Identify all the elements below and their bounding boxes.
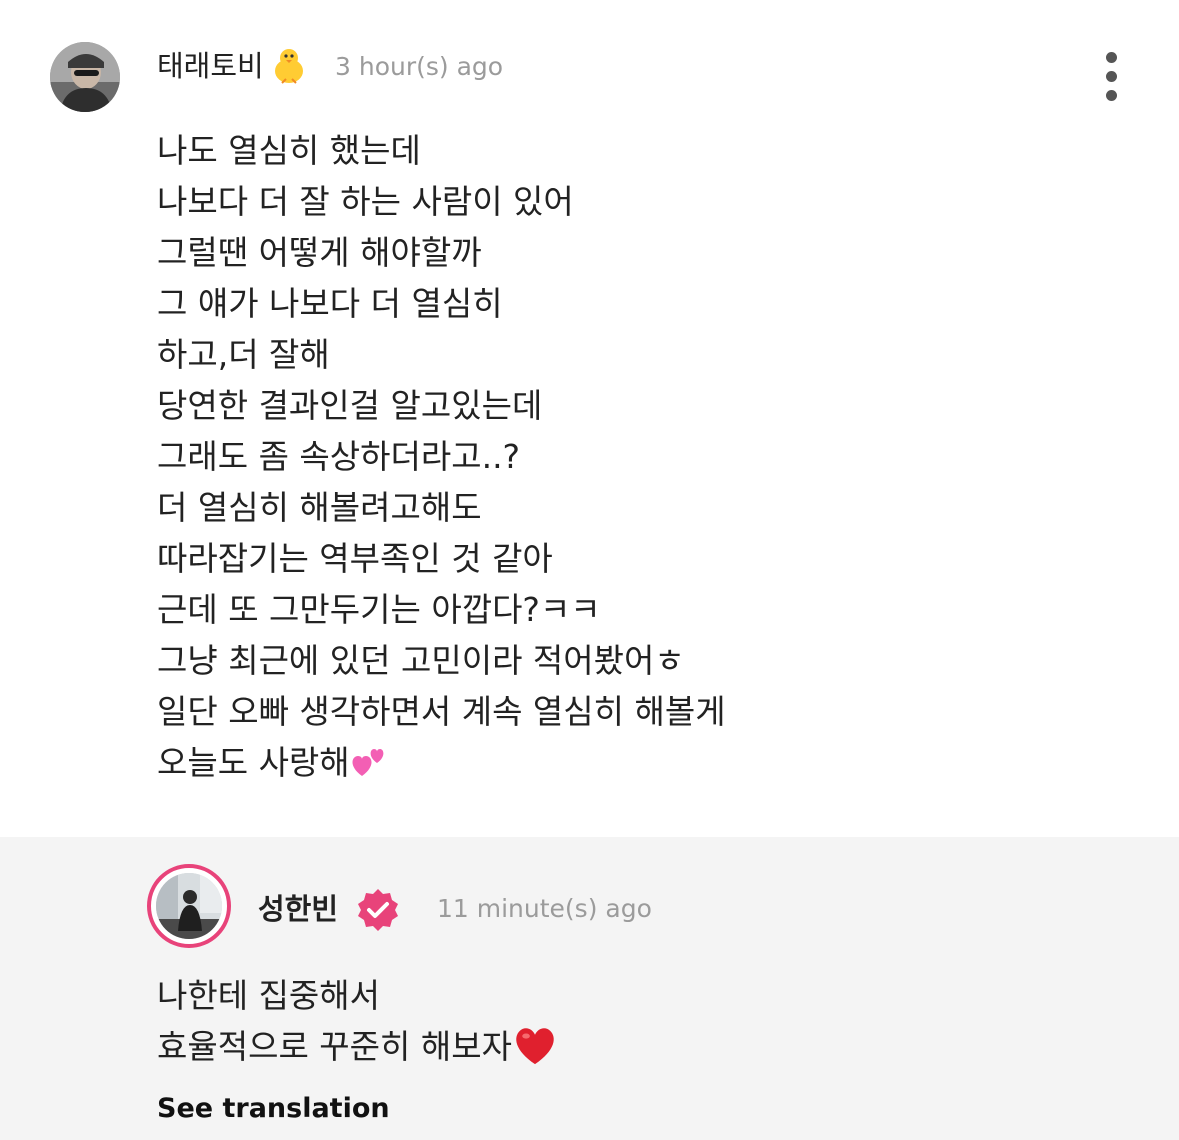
more-vertical-dot: [1106, 71, 1117, 82]
reply-line: 나한테 집중해서: [157, 976, 381, 1015]
comment-line: 그 얘가 나보다 더 열심히: [157, 284, 503, 323]
comment-line: 따라잡기는 역부족인 것 같아: [157, 539, 553, 578]
comment-line: 나도 열심히 했는데: [157, 131, 421, 170]
avatar-ring[interactable]: [147, 864, 231, 948]
comment-line-last: 오늘도 사랑해: [157, 737, 1057, 788]
comment-line: 하고,더 잘해: [157, 335, 330, 374]
chick-icon: [275, 49, 303, 84]
red-heart-icon: [516, 1028, 554, 1065]
comment-line: 나보다 더 잘 하는 사람이 있어: [157, 182, 574, 221]
comment-line: 그냥 최근에 있던 고민이라 적어봤어ㅎ: [157, 641, 685, 680]
comment-line: 그래도 좀 속상하더라고..?: [157, 437, 521, 476]
reply-timestamp: 11 minute(s) ago: [437, 894, 652, 923]
verified-badge-icon: [358, 889, 398, 931]
comment-text: 나도 열심히 했는데 나보다 더 잘 하는 사람이 있어 그럴땐 어떻게 해야할…: [157, 125, 1057, 788]
comment-timestamp: 3 hour(s) ago: [335, 52, 504, 81]
avatar[interactable]: [50, 42, 120, 112]
comment-line: 더 열심히 해볼려고해도: [157, 488, 482, 527]
comment-username[interactable]: 태래토비: [157, 46, 264, 86]
reply-username[interactable]: 성한빈: [258, 889, 338, 929]
comment-line: 일단 오빠 생각하면서 계속 열심히 해볼게: [157, 692, 726, 731]
reply-line-text: 효율적으로 꾸준히 해보자: [157, 1027, 512, 1066]
comment-line-text: 오늘도 사랑해: [157, 743, 350, 782]
more-vertical-icon: [1106, 52, 1117, 63]
reply-line-last: 효율적으로 꾸준히 해보자: [157, 1021, 1057, 1072]
fan-comment: 태래토비 3 hour(s) ago 나도 열심히 했는데 나보다 더 잘 하는…: [0, 0, 1179, 837]
two-hearts-icon: [352, 749, 384, 776]
more-options-button[interactable]: [1092, 48, 1132, 104]
comment-line: 그럴땐 어떻게 해야할까: [157, 233, 482, 272]
more-vertical-dot: [1106, 90, 1117, 101]
comment-line: 근데 또 그만두기는 아깝다?ㅋㅋ: [157, 590, 601, 629]
comment-line: 당연한 결과인걸 알고있는데: [157, 386, 543, 425]
artist-reply: 성한빈 11 minute(s) ago 나한테 집중해서 효율적으로 꾸준히 …: [0, 837, 1179, 1140]
see-translation-link[interactable]: See translation: [157, 1091, 390, 1127]
comment-thread: 태래토비 3 hour(s) ago 나도 열심히 했는데 나보다 더 잘 하는…: [0, 0, 1179, 1140]
reply-text: 나한테 집중해서 효율적으로 꾸준히 해보자: [157, 970, 1057, 1072]
avatar: [156, 873, 222, 939]
